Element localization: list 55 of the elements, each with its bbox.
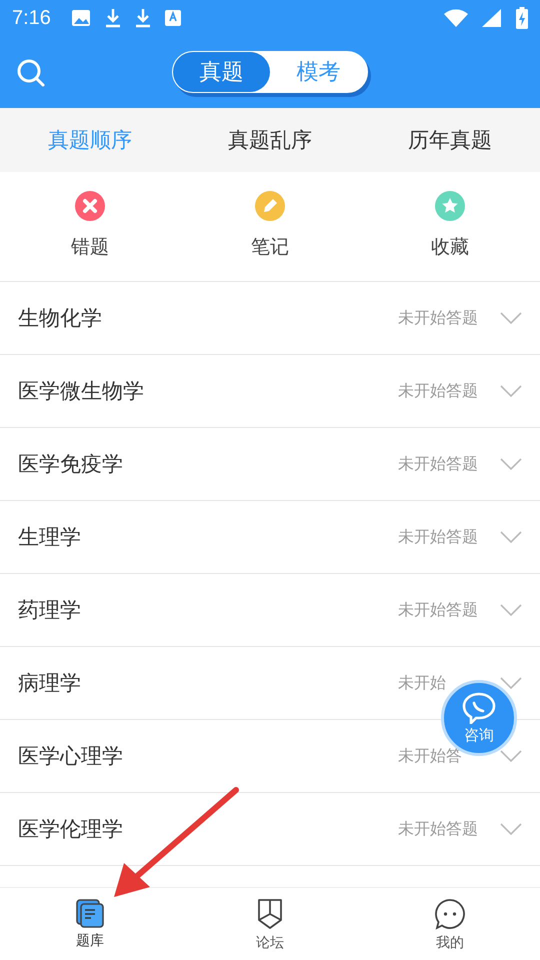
- chevron-down-icon: [500, 458, 522, 470]
- shortcut-button[interactable]: 错题: [0, 172, 180, 281]
- download-icon: [104, 8, 121, 28]
- subject-status: 未开始答题: [398, 600, 479, 620]
- shortcut-button[interactable]: 收藏: [360, 172, 540, 281]
- nav-label: 论坛: [256, 934, 284, 952]
- subject-name: 医学微生物学: [18, 378, 145, 405]
- battery-icon: [516, 7, 528, 29]
- chevron-down-icon: [500, 385, 522, 397]
- subject-name: 生物化学: [18, 305, 103, 332]
- sub-tab[interactable]: 历年真题: [360, 108, 540, 172]
- mode-tab[interactable]: 真题: [173, 52, 270, 92]
- subject-name: 病理学: [18, 670, 82, 697]
- chevron-down-icon: [500, 677, 522, 689]
- chevron-down-icon: [500, 312, 522, 324]
- download-icon: [134, 8, 151, 28]
- sub-tab[interactable]: 真题乱序: [180, 108, 360, 172]
- subject-row[interactable]: 生物化学 未开始答题: [0, 282, 540, 355]
- shortcut-label: 错题: [71, 235, 109, 260]
- app-icon: [164, 9, 181, 27]
- status-time: 7:16: [12, 6, 51, 30]
- subject-row[interactable]: 药理学 未开始答题: [0, 574, 540, 647]
- subject-status: 未开始答题: [398, 818, 479, 840]
- subject-name: 医学心理学: [18, 743, 124, 770]
- nav-label: 我的: [436, 934, 464, 952]
- nav-tab[interactable]: 我的: [360, 888, 540, 960]
- shortcut-label: 笔记: [251, 235, 289, 260]
- subject-name: 医学伦理学: [18, 816, 124, 843]
- search-icon: [16, 58, 46, 88]
- wifi-icon: [444, 9, 468, 27]
- subject-name: 生理学: [18, 524, 82, 551]
- subject-row[interactable]: 医学伦理学 未开始答题: [0, 793, 540, 866]
- subject-name: 药理学: [18, 597, 82, 624]
- subject-status: 未开始答题: [398, 308, 479, 328]
- subject-status: 未开始答题: [398, 454, 479, 474]
- shortcut-label: 收藏: [431, 235, 469, 260]
- chat-face-icon: [434, 898, 466, 930]
- subject-row[interactable]: 医学免疫学 未开始答题: [0, 428, 540, 501]
- subject-status: 未开始答题: [398, 526, 479, 548]
- book-icon: [76, 898, 104, 928]
- chevron-down-icon: [500, 823, 522, 835]
- chat-bubble-icon: [462, 692, 496, 724]
- chevron-down-icon: [500, 604, 522, 616]
- nav-label: 题库: [76, 932, 104, 950]
- subject-status: 未开始答题: [398, 380, 479, 402]
- chevron-down-icon: [500, 531, 522, 543]
- chevron-down-icon: [500, 750, 522, 762]
- image-icon: [70, 9, 91, 27]
- subject-name: 医学免疫学: [18, 451, 124, 478]
- subject-row[interactable]: 医学微生物学 未开始答题: [0, 355, 540, 428]
- shield-book-icon: [257, 898, 283, 930]
- signal-icon: [482, 9, 502, 27]
- shortcut-button[interactable]: 笔记: [180, 172, 360, 281]
- nav-tab[interactable]: 论坛: [180, 888, 360, 960]
- subject-row[interactable]: 生理学 未开始答题: [0, 501, 540, 574]
